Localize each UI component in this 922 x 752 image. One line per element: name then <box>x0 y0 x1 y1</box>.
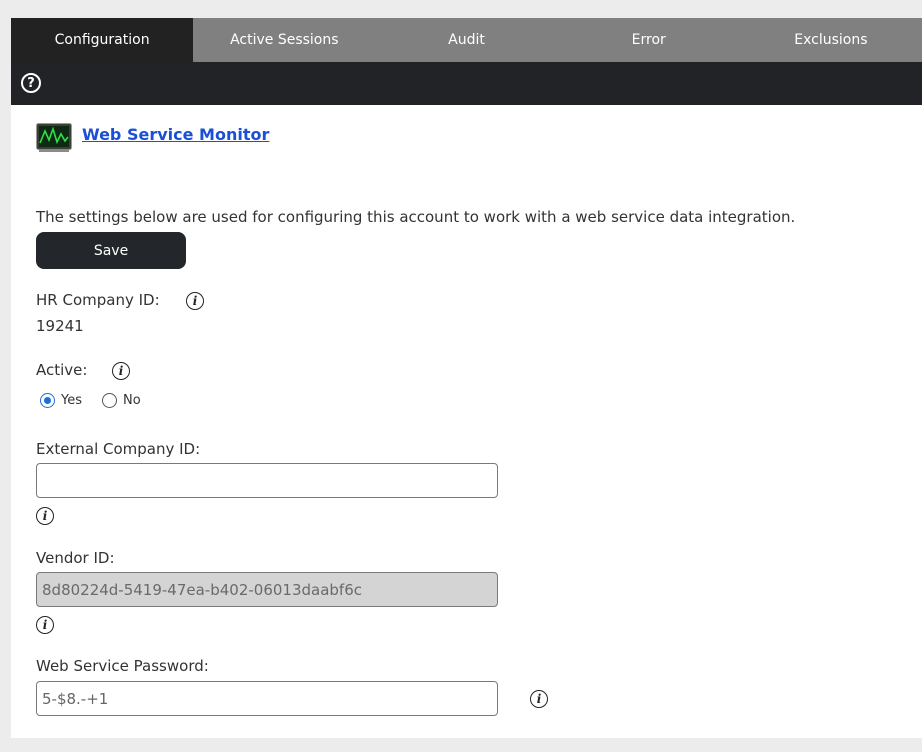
hr-company-id-info-icon[interactable]: i <box>186 292 204 310</box>
external-company-id-input[interactable] <box>36 463 498 498</box>
monitor-icon <box>36 123 72 152</box>
tab-active-sessions[interactable]: Active Sessions <box>193 18 375 62</box>
tab-bar: Configuration Active Sessions Audit Erro… <box>11 18 922 62</box>
tab-audit[interactable]: Audit <box>375 18 557 62</box>
active-yes-radio[interactable] <box>40 393 55 408</box>
web-service-monitor-link[interactable]: Web Service Monitor <box>82 125 269 144</box>
web-service-password-input[interactable]: 5-$8.-+1 <box>36 681 498 716</box>
help-icon[interactable]: ? <box>21 73 41 93</box>
vendor-id-info-icon[interactable]: i <box>36 616 54 634</box>
web-service-password-label: Web Service Password: <box>36 657 209 675</box>
web-service-password-info-icon[interactable]: i <box>530 690 548 708</box>
tab-exclusions[interactable]: Exclusions <box>740 18 922 62</box>
active-yes-label: Yes <box>61 393 82 408</box>
tab-configuration[interactable]: Configuration <box>11 18 194 62</box>
active-no-radio[interactable] <box>102 393 117 408</box>
hr-company-id-value: 19241 <box>36 317 84 335</box>
vendor-id-label: Vendor ID: <box>36 549 115 567</box>
hr-company-id-label: HR Company ID: <box>36 291 160 309</box>
external-company-id-info-icon[interactable]: i <box>36 507 54 525</box>
external-company-id-label: External Company ID: <box>36 440 201 458</box>
vendor-id-input[interactable]: 8d80224d-5419-47ea-b402-06013daabf6c <box>36 572 498 607</box>
active-info-icon[interactable]: i <box>112 362 130 380</box>
save-button[interactable]: Save <box>36 232 186 269</box>
toolbar: ? <box>11 62 922 105</box>
active-radio-group: Yes No <box>40 393 161 408</box>
settings-description: The settings below are used for configur… <box>36 208 796 226</box>
main-frame: Configuration Active Sessions Audit Erro… <box>11 18 922 738</box>
active-label: Active: <box>36 361 88 379</box>
active-no-label: No <box>123 393 141 408</box>
tab-error[interactable]: Error <box>558 18 740 62</box>
